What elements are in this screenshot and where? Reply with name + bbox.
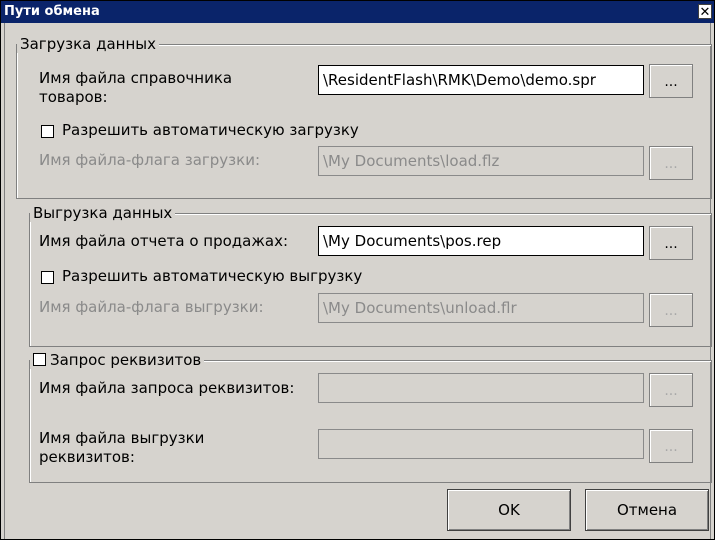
download-flag-label: Имя файла-флага выгрузки: — [39, 298, 264, 316]
dialog-window: Пути обмена ✕ Загрузка данных Имя файла … — [0, 0, 715, 540]
export-file-label: Имя файла выгрузки реквизитов: — [39, 429, 205, 466]
download-flag-input[interactable]: \My Documents\unload.flr — [318, 293, 644, 323]
window-title: Пути обмена — [4, 4, 100, 19]
left-border — [4, 23, 5, 539]
requisites-group-legend: Запрос реквизитов — [30, 351, 205, 369]
report-file-label: Имя файла отчета о продажах: — [39, 232, 288, 250]
upload-flag-input[interactable]: \My Documents\load.flz — [318, 146, 644, 176]
close-icon[interactable]: ✕ — [698, 4, 712, 20]
requisites-checkbox[interactable] — [33, 353, 46, 366]
export-browse-button[interactable]: ... — [649, 429, 693, 463]
requisites-legend-label: Запрос реквизитов — [50, 351, 202, 369]
catalog-file-label: Имя файла справочника товаров: — [39, 69, 233, 106]
request-file-label: Имя файла запроса реквизитов: — [39, 379, 295, 397]
report-browse-button[interactable]: ... — [649, 226, 693, 260]
auto-download-label: Разрешить автоматическую выгрузку — [62, 267, 363, 285]
cancel-button[interactable]: Отмена — [585, 489, 709, 531]
report-file-input[interactable]: \My Documents\pos.rep — [318, 226, 644, 256]
auto-upload-checkbox[interactable] — [41, 125, 54, 138]
download-group-legend: Выгрузка данных — [30, 204, 176, 222]
upload-flag-label: Имя файла-флага загрузки: — [39, 151, 261, 169]
auto-download-checkbox[interactable] — [41, 271, 54, 284]
ok-button[interactable]: OK — [447, 489, 571, 531]
request-file-input[interactable] — [318, 373, 644, 403]
catalog-browse-button[interactable]: ... — [649, 64, 693, 98]
download-flag-browse-button[interactable]: ... — [649, 293, 693, 327]
auto-upload-label: Разрешить автоматическую загрузку — [62, 121, 359, 139]
upload-group-legend: Загрузка данных — [17, 35, 159, 53]
catalog-file-input[interactable]: \ResidentFlash\RMK\Demo\demo.spr — [318, 65, 644, 95]
request-browse-button[interactable]: ... — [649, 373, 693, 407]
upload-flag-browse-button[interactable]: ... — [649, 146, 693, 180]
export-file-input[interactable] — [318, 429, 644, 459]
title-bar: Пути обмена ✕ — [1, 1, 714, 23]
